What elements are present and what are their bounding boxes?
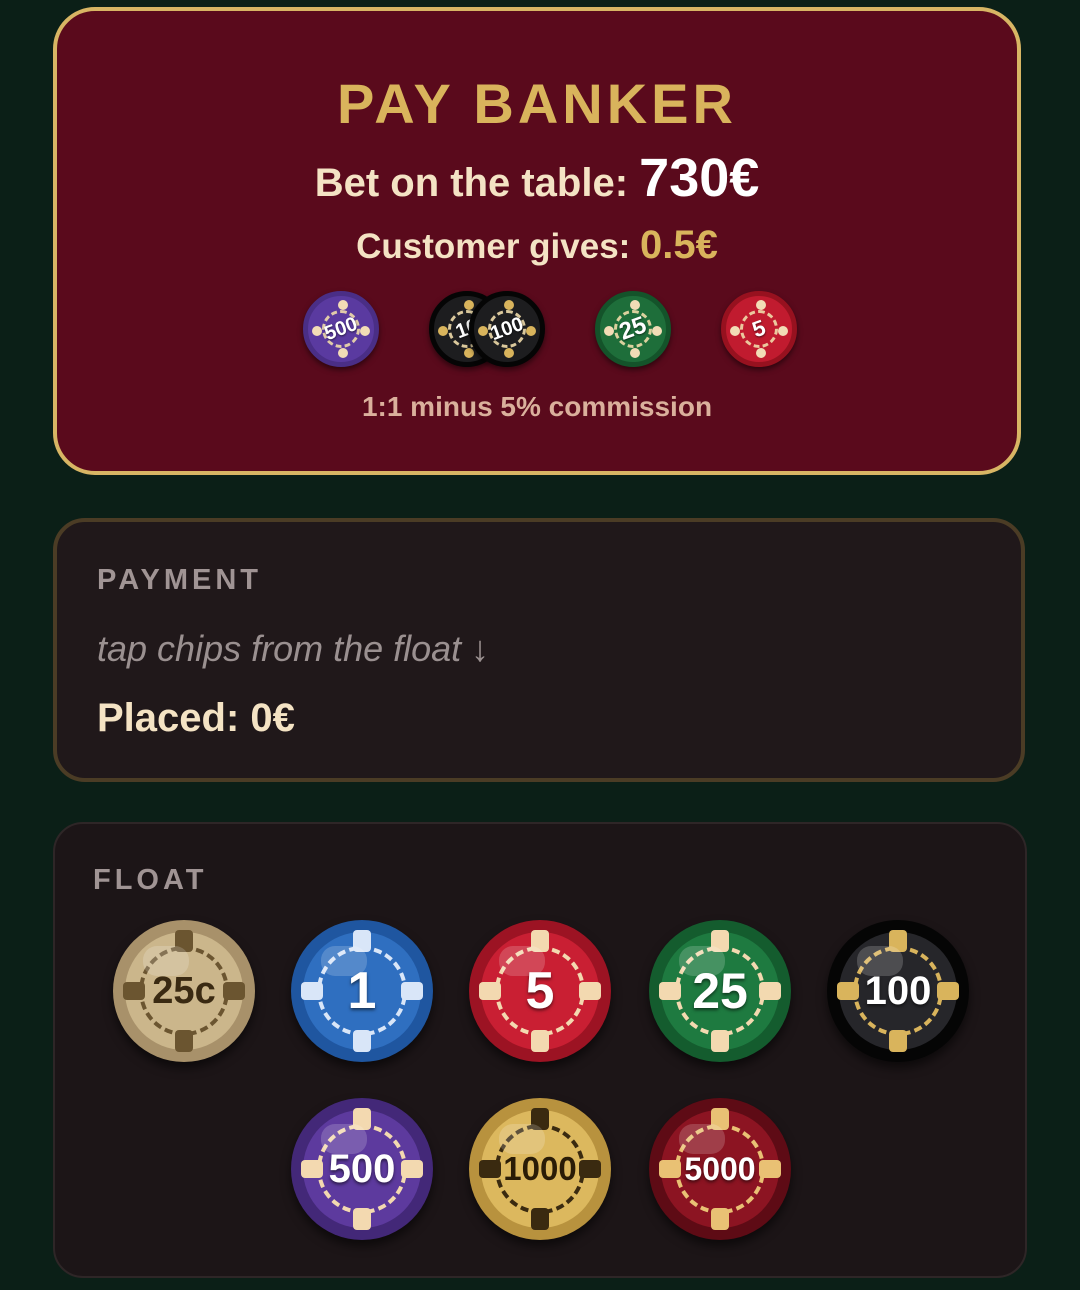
chip-label: 5: [525, 962, 555, 1020]
bet-value: 730€: [639, 148, 760, 208]
bet-label: Bet on the table:: [314, 161, 640, 205]
chip-5[interactable]: 5: [469, 920, 611, 1062]
payment-title: PAYMENT: [97, 564, 262, 596]
chip-1000[interactable]: 1000: [469, 1098, 611, 1240]
chip-label: 1000: [503, 1150, 577, 1187]
chip-1[interactable]: 1: [291, 920, 433, 1062]
payment-card: PAYMENT tap chips from the float ↓ Place…: [53, 518, 1025, 782]
chip-5-small: 5: [721, 291, 797, 367]
chip-100-small: 100: [469, 291, 545, 367]
customer-gives: Customer gives: 0.5€: [57, 223, 1017, 268]
chip-label: 25: [692, 963, 748, 1019]
gives-label: Customer gives:: [356, 227, 641, 266]
chip-25c[interactable]: 25c: [113, 920, 255, 1062]
placed-amount: Placed: 0€: [97, 696, 295, 741]
chip-label: 5000: [684, 1150, 756, 1187]
bet-on-table: Bet on the table: 730€: [57, 147, 1017, 209]
placed-value: 0€: [250, 696, 295, 740]
pay-banker-title: PAY BANKER: [337, 72, 737, 135]
payment-hint: tap chips from the float ↓: [97, 628, 490, 669]
chip-label: 25: [615, 311, 650, 346]
chip-label: 100: [864, 968, 932, 1013]
chip-label: 5: [748, 314, 769, 343]
commission-note: 1:1 minus 5% commission: [361, 391, 713, 422]
float-title: FLOAT: [93, 864, 208, 896]
chip-label: 25c: [152, 969, 216, 1012]
float-card: FLOAT 25c 1 5 25 100 500 1000 5000: [53, 822, 1027, 1278]
chip-25[interactable]: 25: [649, 920, 791, 1062]
chip-100[interactable]: 100: [827, 920, 969, 1062]
pay-banker-card: PAY BANKER Bet on the table: 730€ Custom…: [53, 7, 1021, 475]
chip-label: 1: [347, 962, 377, 1020]
chip-label: 500: [321, 312, 361, 345]
gives-value: 0.5€: [640, 223, 718, 267]
chip-500[interactable]: 500: [291, 1098, 433, 1240]
chip-5000[interactable]: 5000: [649, 1098, 791, 1240]
chip-label: 500: [328, 1146, 396, 1191]
placed-label: Placed:: [97, 696, 251, 740]
chip-25-small: 25: [595, 291, 671, 367]
chip-500-small: 500: [303, 291, 379, 367]
